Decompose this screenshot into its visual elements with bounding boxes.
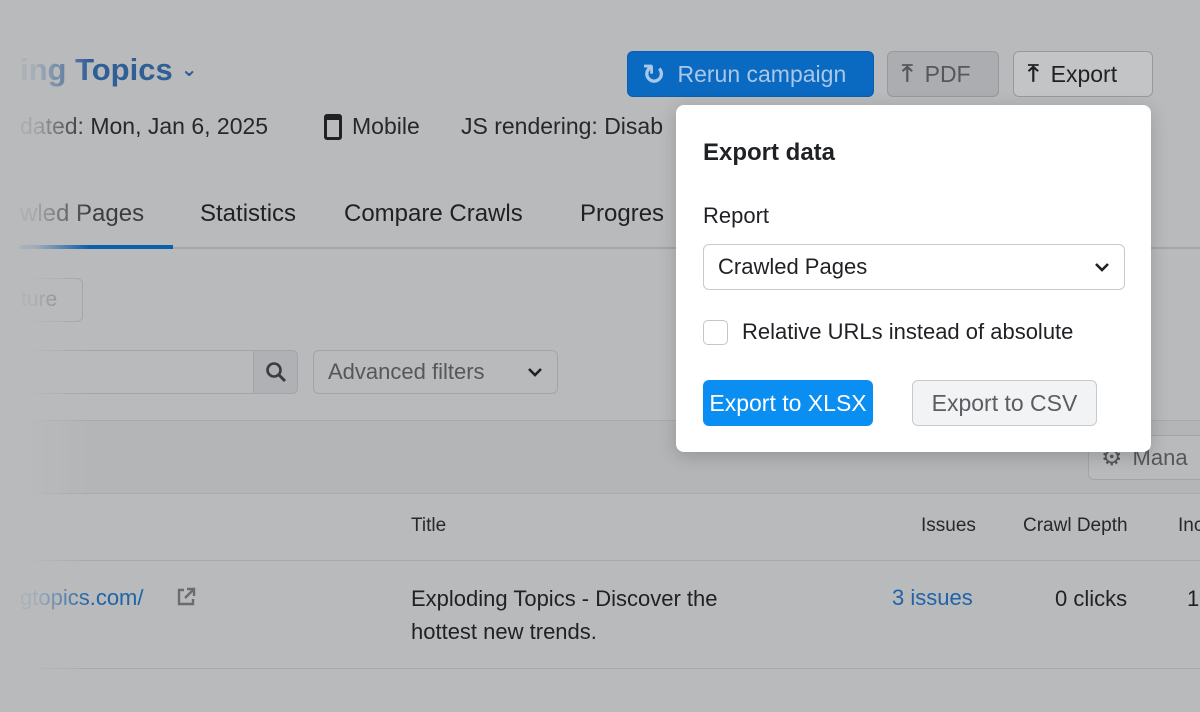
popup-title: Export data [703,139,836,166]
chevron-down-icon [528,368,542,377]
inc-value: 1 [1187,586,1200,611]
rerun-campaign-button[interactable]: ↻ Rerun campaign [627,51,874,97]
js-rendering: JS rendering: Disab [461,113,663,139]
report-select[interactable]: Crawled Pages [703,244,1125,290]
page-title-line2: hottest new trends. [411,619,597,644]
upload-icon: ⤒ [902,60,913,87]
refresh-icon: ↻ [642,58,666,90]
table-row: gtopics.com/ Exploding Topics - Discover… [0,560,1200,668]
crawl-depth: 0 clicks [1055,586,1128,611]
chevron-down-icon [1095,263,1109,272]
structure-label: ture [21,288,58,311]
tab-crawled-pages[interactable]: wled Pages [20,200,144,228]
project-title[interactable]: ing Topics ⌄ [20,52,197,88]
column-header-crawl-depth[interactable]: Crawl Depth [1023,515,1128,537]
relative-urls-checkbox[interactable] [703,320,728,345]
export-csv-button[interactable]: Export to CSV [912,380,1097,426]
advanced-filters-dropdown[interactable]: Advanced filters [313,350,558,394]
tab-progress[interactable]: Progres [580,200,664,228]
device-info: Mobile [324,113,420,140]
advanced-filters-label: Advanced filters [328,359,485,384]
last-updated: dated: Mon, Jan 6, 2025 [20,113,269,139]
structure-button[interactable]: ture [0,278,83,322]
device-label: Mobile [352,113,420,139]
external-link-icon[interactable] [175,586,197,608]
export-xlsx-button[interactable]: Export to XLSX [703,380,873,426]
search-input[interactable] [0,350,254,394]
page-title-line1: Exploding Topics - Discover the [411,586,718,611]
search-icon [265,362,286,383]
export-data-popup: Export data Report Crawled Pages Relativ… [676,105,1151,452]
project-title-text: ing Topics [20,52,173,87]
export-label: Export [1050,60,1118,87]
pdf-button[interactable]: ⤒ PDF [887,51,999,97]
tab-compare-crawls[interactable]: Compare Crawls [344,200,523,228]
tab-statistics[interactable]: Statistics [200,200,296,228]
search-button[interactable] [253,350,298,394]
pdf-label: PDF [924,60,971,87]
report-label: Report [703,203,770,228]
report-select-value: Crawled Pages [718,254,868,279]
column-header-title[interactable]: Title [411,515,446,537]
active-tab-indicator [20,245,173,249]
issues-link[interactable]: 3 issues [892,585,973,611]
page-url-link[interactable]: gtopics.com/ [20,585,144,611]
chevron-down-icon: ⌄ [180,59,198,81]
upload-icon: ⤒ [1028,60,1039,87]
export-button[interactable]: ⤒ Export [1013,51,1153,97]
relative-urls-label[interactable]: Relative URLs instead of absolute [742,319,1073,345]
column-header-issues[interactable]: Issues [921,515,976,537]
column-header-inc[interactable]: Inc [1178,515,1200,537]
rerun-label: Rerun campaign [677,60,847,87]
row-divider [0,668,1200,669]
mobile-icon [324,113,342,140]
